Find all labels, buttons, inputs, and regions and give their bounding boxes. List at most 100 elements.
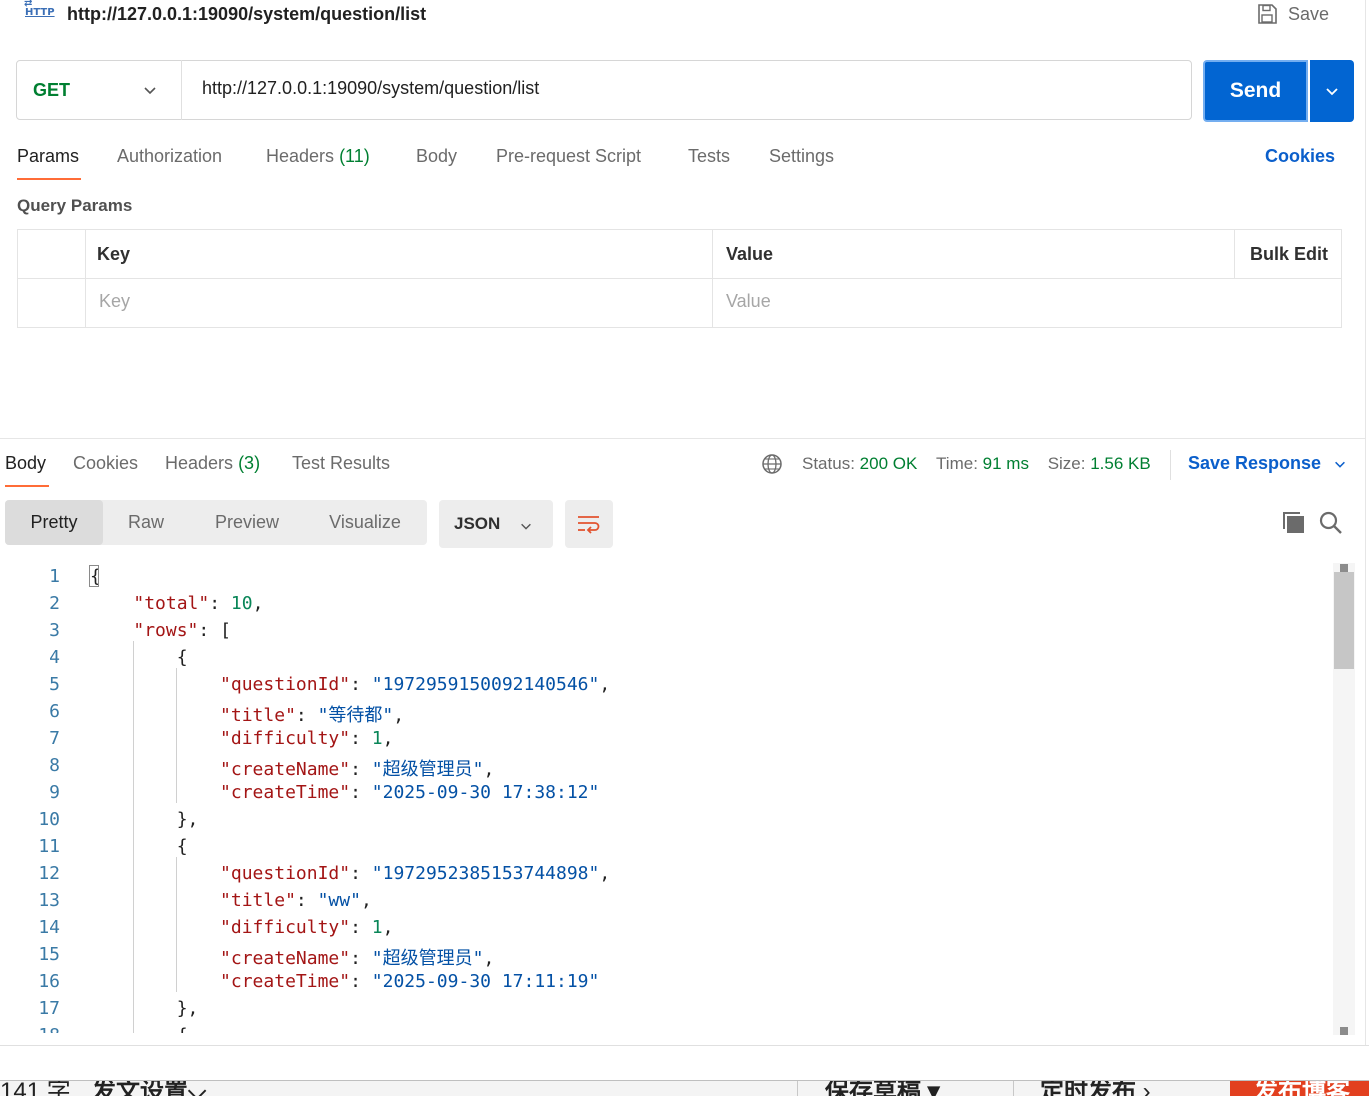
language-label: JSON <box>454 514 501 533</box>
line-number: 10 <box>38 809 60 830</box>
value-column-header: Value <box>726 244 774 264</box>
tab-tests[interactable]: Tests <box>688 146 730 167</box>
publish-button[interactable]: 发布博客 <box>1230 1081 1369 1096</box>
key-input[interactable]: Key <box>99 291 130 312</box>
response-tab-cookies[interactable]: Cookies <box>73 453 138 474</box>
bracket-match-highlight <box>89 565 99 587</box>
headers-count: (11) <box>339 146 370 166</box>
request-tabs: Params Authorization Headers (11) Body P… <box>17 146 917 176</box>
key-column-header: Key <box>97 244 131 264</box>
line-number: 13 <box>38 890 60 911</box>
code-line: "questionId": "1972959150092140546", <box>220 674 611 695</box>
tab-headers[interactable]: Headers (11) <box>266 146 370 167</box>
request-title[interactable]: http://127.0.0.1:19090/system/question/l… <box>67 4 426 25</box>
code-line: "createName": "超级管理员", <box>220 948 495 969</box>
response-meta: Status: 200 OK Time: 91 ms Size: 1.56 KB <box>802 454 1151 474</box>
globe-icon[interactable] <box>761 453 783 475</box>
code-line: }, <box>90 998 199 1019</box>
caret-down-icon: ▾ <box>927 1080 940 1096</box>
json-key: "total" <box>133 593 210 614</box>
response-active-indicator <box>5 485 49 487</box>
json-key: "questionId" <box>220 674 351 695</box>
json-string: "超级管理员" <box>371 759 484 780</box>
response-tab-body[interactable]: Body <box>5 453 46 474</box>
json-string: "2025-09-30 17:38:12" <box>371 782 600 803</box>
tab-body[interactable]: Body <box>416 146 457 167</box>
status-value[interactable]: 200 OK <box>860 454 918 473</box>
json-number: 10 <box>230 593 253 614</box>
article-settings-button[interactable]: 发文设置⌵ <box>92 1080 206 1096</box>
chevron-down-icon <box>521 523 531 530</box>
code-line: "difficulty": 1, <box>220 917 394 938</box>
save-draft-button[interactable]: 保存草稿 ▾ <box>825 1080 940 1096</box>
article-settings-label: 发文设置 <box>92 1080 188 1096</box>
code-line: { <box>90 836 188 857</box>
query-params-table: Key Value Bulk Edit Key Value <box>17 229 1342 328</box>
tab-prerequest-script[interactable]: Pre-request Script <box>496 146 641 167</box>
scroll-down-arrow[interactable] <box>1340 1027 1348 1035</box>
scheduled-publish-button[interactable]: 定时发布 › <box>1040 1081 1151 1096</box>
scrollbar-thumb[interactable] <box>1334 572 1354 669</box>
tab-params[interactable]: Params <box>17 146 79 167</box>
json-key: "difficulty" <box>220 728 351 749</box>
size-value[interactable]: 1.56 KB <box>1090 454 1151 473</box>
code-line: "createTime": "2025-09-30 17:11:19" <box>220 971 600 992</box>
code-line: "rows": [ <box>133 620 231 641</box>
tab-authorization[interactable]: Authorization <box>117 146 222 167</box>
cookies-link[interactable]: Cookies <box>1265 146 1335 167</box>
format-pretty[interactable]: Pretty <box>5 500 103 545</box>
code-line: "total": 10, <box>133 593 264 614</box>
save-draft-label: 保存草稿 <box>825 1080 921 1096</box>
wrap-lines-icon <box>578 516 600 534</box>
separator <box>1170 450 1171 480</box>
search-icon[interactable] <box>1318 510 1344 536</box>
line-number: 17 <box>38 998 60 1019</box>
tab-settings[interactable]: Settings <box>769 146 834 167</box>
line-number: 14 <box>38 917 60 938</box>
response-tab-test-results[interactable]: Test Results <box>292 453 390 474</box>
bottom-border <box>0 1045 1369 1046</box>
time-label: Time: <box>936 454 978 473</box>
format-raw[interactable]: Raw <box>109 500 183 545</box>
format-visualize[interactable]: Visualize <box>311 500 419 545</box>
code-line: "difficulty": 1, <box>220 728 394 749</box>
response-tabs: Body Cookies Headers (3) Test Results <box>5 453 425 479</box>
scroll-up-arrow[interactable] <box>1340 564 1348 572</box>
save-button[interactable]: Save <box>1256 2 1329 26</box>
url-input[interactable]: http://127.0.0.1:19090/system/question/l… <box>202 78 539 99</box>
json-key: "createName" <box>220 948 351 969</box>
wrap-lines-button[interactable] <box>565 500 613 548</box>
time-value[interactable]: 91 ms <box>983 454 1029 473</box>
word-count: 141 字 <box>0 1080 71 1096</box>
json-key: "title" <box>220 890 296 911</box>
bulk-edit-button[interactable]: Bulk Edit <box>1250 244 1328 265</box>
method-label: GET <box>33 79 71 100</box>
chevron-down-icon <box>1335 461 1346 468</box>
code-line: "createTime": "2025-09-30 17:38:12" <box>220 782 600 803</box>
json-key: "title" <box>220 705 296 726</box>
method-select[interactable]: GET <box>16 60 182 120</box>
response-tab-headers[interactable]: Headers (3) <box>165 453 260 474</box>
line-number: 5 <box>49 674 60 695</box>
json-key: "createTime" <box>220 782 351 803</box>
chevron-down-icon <box>1326 88 1338 96</box>
save-response-button[interactable]: Save Response <box>1188 453 1347 474</box>
status-label: Status: <box>802 454 855 473</box>
code-line: "createName": "超级管理员", <box>220 759 495 780</box>
language-select[interactable]: JSON <box>439 500 553 548</box>
send-options-button[interactable] <box>1310 60 1354 122</box>
response-body-viewer[interactable]: 1 2 3 4 5 6 7 8 9 10 11 12 13 14 15 16 1… <box>0 563 1330 1033</box>
value-input[interactable]: Value <box>726 291 771 312</box>
copy-icon[interactable] <box>1281 510 1307 536</box>
json-string: "1972952385153744898" <box>371 863 600 884</box>
editor-footer-bar: 141 字 发文设置⌵ 保存草稿 ▾ 定时发布 › 发布博客 <box>0 1080 1369 1096</box>
send-button[interactable]: Send <box>1203 60 1308 122</box>
json-key: "rows" <box>133 620 199 641</box>
format-preview[interactable]: Preview <box>195 500 299 545</box>
json-number: 1 <box>371 728 383 749</box>
publish-label: 发布博客 <box>1254 1080 1350 1096</box>
panel-divider[interactable] <box>0 438 1365 439</box>
json-string: "1972959150092140546" <box>371 674 600 695</box>
format-toggle: Pretty Raw Preview Visualize <box>5 500 427 545</box>
json-string: "等待都" <box>317 705 394 726</box>
